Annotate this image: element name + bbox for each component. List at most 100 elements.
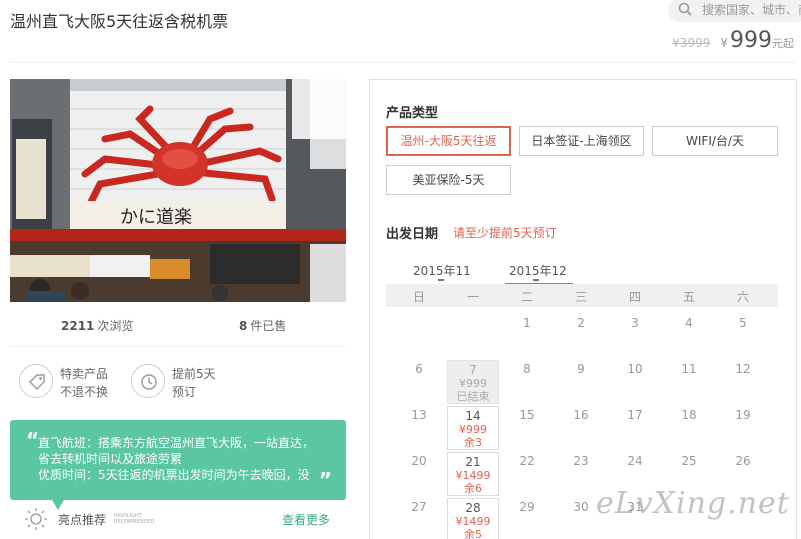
option-wifi[interactable]: WIFI/台/天 (652, 126, 778, 156)
calendar-day: 29 (501, 496, 553, 539)
day-number: 2 (577, 316, 585, 330)
calendar-day: 8 (501, 358, 553, 402)
svg-text:かに道楽: かに道楽 (120, 207, 192, 228)
views-stat: 2211 次浏览 (61, 317, 133, 334)
calendar-day: 9 (555, 358, 607, 402)
day-number: 5 (739, 316, 747, 330)
weekday-thu: 四 (628, 290, 641, 304)
day-number: 10 (627, 362, 643, 376)
option-visa[interactable]: 日本签证-上海领区 (519, 126, 644, 156)
day-number: 14 (465, 409, 481, 423)
day-number: 21 (465, 455, 481, 469)
highlight-label: 亮点推荐 (58, 513, 107, 527)
watermark: eLvXing.net (596, 486, 790, 521)
month-tab-nov[interactable]: 2015年11 (413, 262, 471, 279)
day-price: ¥999 (459, 377, 487, 390)
highlight-bar: 亮点推荐 HIGHLIGHT RECOMMENDED 查看更多 (24, 507, 344, 531)
day-number: 6 (415, 362, 423, 376)
quote-line: 优质时间：5天往返的机票出发时间为午去晚回，没 (38, 468, 310, 482)
day-remaining: 余6 (464, 482, 482, 495)
osaka-crab-photo: かに道楽 (10, 79, 346, 302)
weekday-sat: 六 (736, 290, 749, 304)
weekday-fri: 五 (682, 290, 695, 304)
search-placeholder[interactable]: 搜索国家、城市、商 (702, 1, 801, 18)
day-number: 23 (573, 454, 589, 468)
calendar-day-bookable: 7 ¥999 已结束 (447, 360, 499, 404)
day-number: 4 (685, 316, 693, 330)
weekday-mon: 一 (466, 290, 479, 304)
views-label: 次浏览 (97, 319, 134, 333)
day-price: ¥1499 (455, 515, 491, 528)
option-flight[interactable]: 温州-大阪5天往返 (386, 126, 511, 156)
calendar-day: 13 (393, 404, 445, 448)
original-price: ¥3999 (672, 36, 711, 50)
day-number: 15 (519, 408, 535, 422)
booking-hint: 请至少提前5天预订 (453, 226, 557, 240)
lightbulb-icon (25, 508, 47, 530)
day-price: ¥1499 (455, 469, 491, 482)
search-box[interactable]: 搜索国家、城市、商 (668, 0, 801, 22)
weekday-header: 日 一 二 三 四 五 六 (386, 284, 778, 307)
calendar-day: 18 (663, 404, 715, 448)
day-number: 29 (519, 500, 535, 514)
month-marker (438, 279, 444, 281)
stats-bar: 2211 次浏览 8 件已售 (10, 315, 346, 335)
calendar-day: 22 (501, 450, 553, 494)
booking-panel: 产品类型 温州-大阪5天往返 日本签证-上海领区 WIFI/台/天 美亚保险-5… (369, 79, 797, 539)
feature-line2: 预订 (172, 385, 197, 399)
sold-count: 8 (239, 319, 248, 333)
month-tab-dec[interactable]: 2015年12 (505, 262, 573, 285)
calendar-day: 17 (609, 404, 661, 448)
calendar-day: 15 (501, 404, 553, 448)
stats-divider (10, 346, 346, 347)
calendar-day: 27 (393, 496, 445, 539)
day-price: ¥999 (459, 423, 487, 436)
calendar-day: 20 (393, 450, 445, 494)
product-type-label: 产品类型 (386, 106, 439, 121)
day-number: 25 (681, 454, 697, 468)
highlight-quote: “ 直飞航班：搭乘东方航空温州直飞大阪，一站直达， 省去转机时间以及旅途劳累 优… (10, 420, 346, 500)
day-remaining: 已结束 (456, 390, 490, 403)
calendar-day: 11 (663, 358, 715, 402)
quote-line: 省去转机时间以及旅途劳累 (38, 452, 183, 466)
day-number: 22 (519, 454, 535, 468)
day-number: 19 (735, 408, 751, 422)
weekday-sun: 日 (412, 290, 425, 304)
price-unit: 元起 (772, 37, 794, 50)
sold-stat: 8 件已售 (239, 317, 286, 334)
clock-icon (141, 374, 157, 390)
calendar-day: 10 (609, 358, 661, 402)
day-number: 12 (735, 362, 751, 376)
day-number: 28 (465, 501, 481, 515)
sold-label: 件已售 (250, 319, 287, 333)
feature-line1: 特卖产品 (60, 367, 109, 381)
calendar-day-bookable[interactable]: 21 ¥1499 余6 (447, 452, 499, 496)
tag-icon (29, 374, 45, 390)
option-insurance[interactable]: 美亚保险-5天 (386, 165, 511, 195)
product-photo[interactable]: かに道楽 (10, 79, 346, 302)
calendar-day-bookable[interactable]: 28 ¥1499 余5 (447, 498, 499, 539)
day-remaining: 余5 (464, 528, 482, 539)
calendar-day: 19 (717, 404, 769, 448)
calendar-day: 6 (393, 358, 445, 402)
calendar-day-bookable[interactable]: 14 ¥999 余3 (447, 406, 499, 450)
month-marker (533, 279, 539, 281)
calendar-day: 12 (717, 358, 769, 402)
calendar-day: 5 (717, 312, 769, 356)
view-more-link[interactable]: 查看更多 (282, 511, 330, 528)
day-number: 18 (681, 408, 697, 422)
calendar-day: 16 (555, 404, 607, 448)
departure-date-label: 出发日期 (386, 227, 439, 242)
current-price: 999 (730, 28, 772, 53)
weekday-tue: 二 (520, 290, 533, 304)
day-number: 7 (469, 363, 477, 377)
day-number: 27 (411, 500, 427, 514)
tag-icon-circle (19, 364, 53, 398)
day-number: 20 (411, 454, 427, 468)
views-count: 2211 (61, 319, 95, 333)
calendar-day: 4 (663, 312, 715, 356)
day-number: 17 (627, 408, 643, 422)
quote-line: 直飞航班：搭乘东方航空温州直飞大阪，一站直达， (38, 436, 315, 450)
day-number: 3 (631, 316, 639, 330)
weekday-wed: 三 (574, 290, 587, 304)
